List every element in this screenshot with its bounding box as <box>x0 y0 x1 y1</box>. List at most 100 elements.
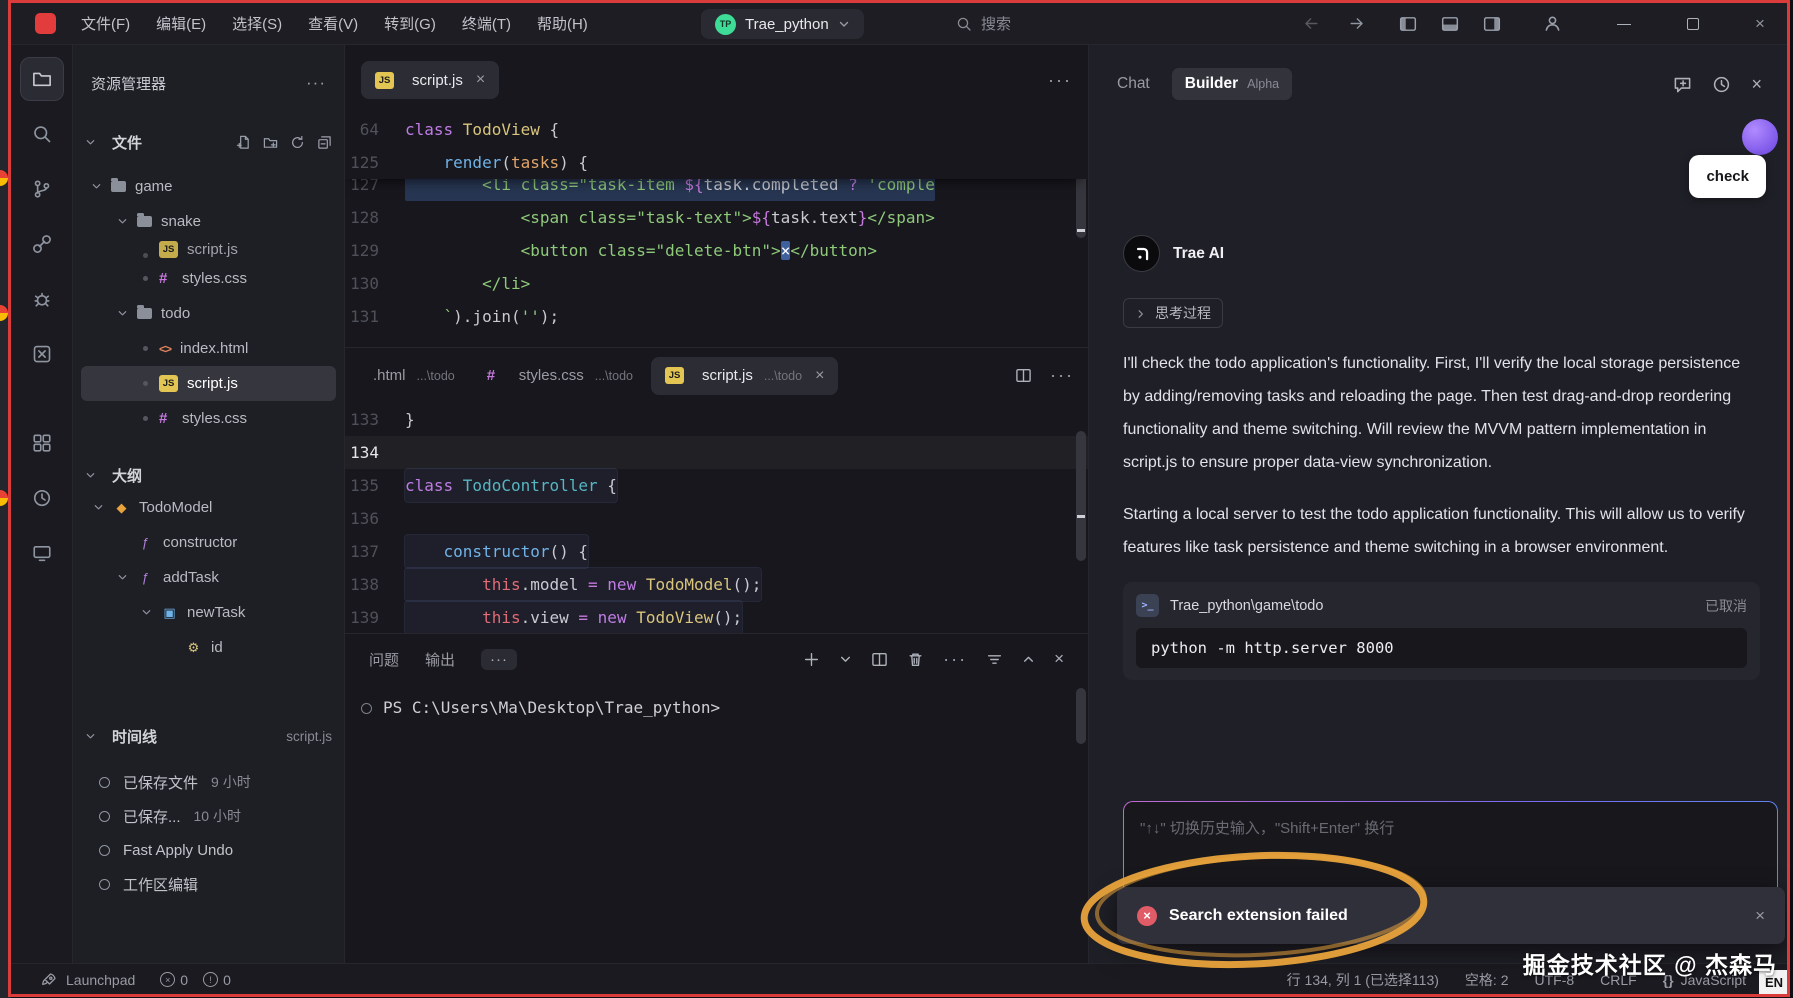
menu-item[interactable]: 查看(V) <box>295 13 371 34</box>
more-actions-icon[interactable]: ··· <box>1050 365 1074 386</box>
menu-item[interactable]: 编辑(E) <box>143 13 219 34</box>
outline-addTask[interactable]: ƒaddTask <box>81 560 336 595</box>
close-window-button[interactable]: × <box>1755 14 1765 34</box>
split-terminal-icon[interactable] <box>871 651 888 668</box>
code-line-130[interactable]: 130 </li> <box>345 267 1088 300</box>
launchpad-button[interactable]: Launchpad <box>66 972 135 988</box>
history-icon[interactable] <box>1712 75 1731 94</box>
cursor-position[interactable]: 行 134, 列 1 (已选择113) <box>1287 970 1439 990</box>
close-panel-icon[interactable]: × <box>1054 649 1064 669</box>
toggle-bottom-panel-icon[interactable] <box>1441 15 1459 33</box>
file-styles.css[interactable]: #styles.css <box>81 401 336 436</box>
tab-builder[interactable]: Builder Alpha <box>1172 68 1292 100</box>
code-line-134[interactable]: 134 <box>345 436 1088 469</box>
code-editor-bottom[interactable]: 133}134135class TodoController {136137 c… <box>345 403 1088 633</box>
tab-output[interactable]: 输出 <box>425 649 455 670</box>
timeline-item[interactable]: 已保存...10 小时 <box>73 799 344 833</box>
tab-styles.css[interactable]: #styles.css...\todo <box>473 357 647 395</box>
code-line-135[interactable]: 135class TodoController { <box>345 469 1088 502</box>
terminal-scrollbar[interactable] <box>1075 684 1087 963</box>
folder-todo[interactable]: todo <box>81 296 336 331</box>
code-line-125[interactable]: 125 render(tasks) { <box>345 146 1088 179</box>
activity-remote-window[interactable] <box>20 531 64 575</box>
outline-newTask[interactable]: ▣newTask <box>81 595 336 630</box>
tab-.html[interactable]: .html...\todo <box>359 357 469 395</box>
toggle-right-panel-icon[interactable] <box>1483 15 1501 33</box>
close-toast-icon[interactable]: × <box>1755 906 1765 926</box>
back-arrow-icon[interactable] <box>1303 15 1320 32</box>
menu-item[interactable]: 转到(G) <box>371 13 449 34</box>
code-line-131[interactable]: 131 `).join(''); <box>345 300 1088 333</box>
thought-process-toggle[interactable]: 思考过程 <box>1123 298 1223 328</box>
menu-item[interactable]: 选择(S) <box>219 13 295 34</box>
editor-scrollbar[interactable] <box>1075 403 1087 633</box>
warning-count[interactable]: ! 0 <box>203 972 231 988</box>
activity-history[interactable] <box>20 476 64 520</box>
error-count[interactable]: × 0 <box>160 972 188 988</box>
code-line-136[interactable]: 136 <box>345 502 1088 535</box>
outline-TodoModel[interactable]: ◆TodoModel <box>81 490 336 525</box>
tab-script.js[interactable]: JSscript.js...\todo× <box>651 357 838 395</box>
file-styles.css[interactable]: #styles.css <box>81 261 336 296</box>
tab-script-js[interactable]: JS script.js × <box>361 61 499 99</box>
activity-search[interactable] <box>20 112 64 156</box>
more-actions-icon[interactable]: ··· <box>306 73 326 93</box>
close-tab-icon[interactable]: × <box>815 367 824 385</box>
trash-icon[interactable] <box>907 651 924 668</box>
file-script.js[interactable]: JSscript.js <box>81 239 336 261</box>
close-chat-icon[interactable]: × <box>1751 74 1762 95</box>
split-editor-icon[interactable] <box>1015 367 1032 384</box>
outline-id[interactable]: ⚙id <box>81 630 336 665</box>
timeline-item[interactable]: Fast Apply Undo <box>73 833 344 867</box>
new-file-icon[interactable] <box>236 135 251 150</box>
command-card[interactable]: >_ Trae_python\game\todo 已取消 python -m h… <box>1123 582 1760 680</box>
code-line-64[interactable]: 64class TodoView { <box>345 113 1088 146</box>
indentation-setting[interactable]: 空格: 2 <box>1465 970 1509 990</box>
code-line-138[interactable]: 138 this.model = new TodoModel(); <box>345 568 1088 601</box>
minimize-button[interactable] <box>1617 24 1631 25</box>
terminal-view[interactable]: PS C:\Users\Ma\Desktop\Trae_python> <box>345 684 1088 963</box>
more-actions-icon[interactable]: ··· <box>1048 70 1072 99</box>
new-chat-icon[interactable] <box>1673 75 1692 94</box>
timeline-item[interactable]: 已保存文件9 小时 <box>73 765 344 799</box>
code-line-127[interactable]: 127 <li class="task-item ${task.complete… <box>345 179 1088 201</box>
close-tab-icon[interactable]: × <box>476 71 485 89</box>
code-line-133[interactable]: 133} <box>345 403 1088 436</box>
refresh-icon[interactable] <box>290 135 305 150</box>
tab-problems[interactable]: 问题 <box>369 649 399 670</box>
folder-game[interactable]: game <box>81 169 336 204</box>
app-logo[interactable] <box>35 13 56 34</box>
menu-item[interactable]: 帮助(H) <box>524 13 601 34</box>
collapse-all-icon[interactable] <box>317 135 332 150</box>
code-editor-top[interactable]: 64class TodoView {125 render(tasks) { 12… <box>345 107 1088 347</box>
activity-test[interactable] <box>20 332 64 376</box>
code-line-139[interactable]: 139 this.view = new TodoView(); <box>345 601 1088 633</box>
timeline-section-header[interactable]: 时间线 script.js <box>73 721 344 751</box>
new-folder-icon[interactable] <box>263 135 278 150</box>
new-terminal-icon[interactable] <box>803 651 820 668</box>
toggle-left-panel-icon[interactable] <box>1399 15 1417 33</box>
menu-item[interactable]: 文件(F) <box>68 13 143 34</box>
code-line-128[interactable]: 128 <span class="task-text">${task.text}… <box>345 201 1088 234</box>
timeline-item[interactable]: 工作区编辑 <box>73 867 344 901</box>
file-script.js[interactable]: JSscript.js <box>81 366 336 401</box>
maximize-button[interactable] <box>1687 18 1699 30</box>
activity-debug[interactable] <box>20 277 64 321</box>
more-panel-tabs-icon[interactable]: ··· <box>481 649 517 670</box>
code-line-129[interactable]: 129 <button class="delete-btn">×</button… <box>345 234 1088 267</box>
filter-icon[interactable] <box>986 651 1003 668</box>
activity-references[interactable] <box>20 222 64 266</box>
more-actions-icon[interactable]: ··· <box>943 649 967 670</box>
project-switcher[interactable]: TP Trae_python <box>701 9 864 39</box>
chevron-up-icon[interactable] <box>1022 653 1035 666</box>
activity-source-control[interactable] <box>20 167 64 211</box>
file-index.html[interactable]: <>index.html <box>81 331 336 366</box>
activity-extensions[interactable] <box>20 421 64 465</box>
outline-section-header[interactable]: 大纲 <box>73 460 344 490</box>
activity-explorer[interactable] <box>20 57 64 101</box>
menu-item[interactable]: 终端(T) <box>449 13 524 34</box>
global-search[interactable]: 搜索 <box>956 13 1011 34</box>
tab-chat[interactable]: Chat <box>1117 75 1150 93</box>
code-line-137[interactable]: 137 constructor() { <box>345 535 1088 568</box>
folder-snake[interactable]: snake <box>81 204 336 239</box>
